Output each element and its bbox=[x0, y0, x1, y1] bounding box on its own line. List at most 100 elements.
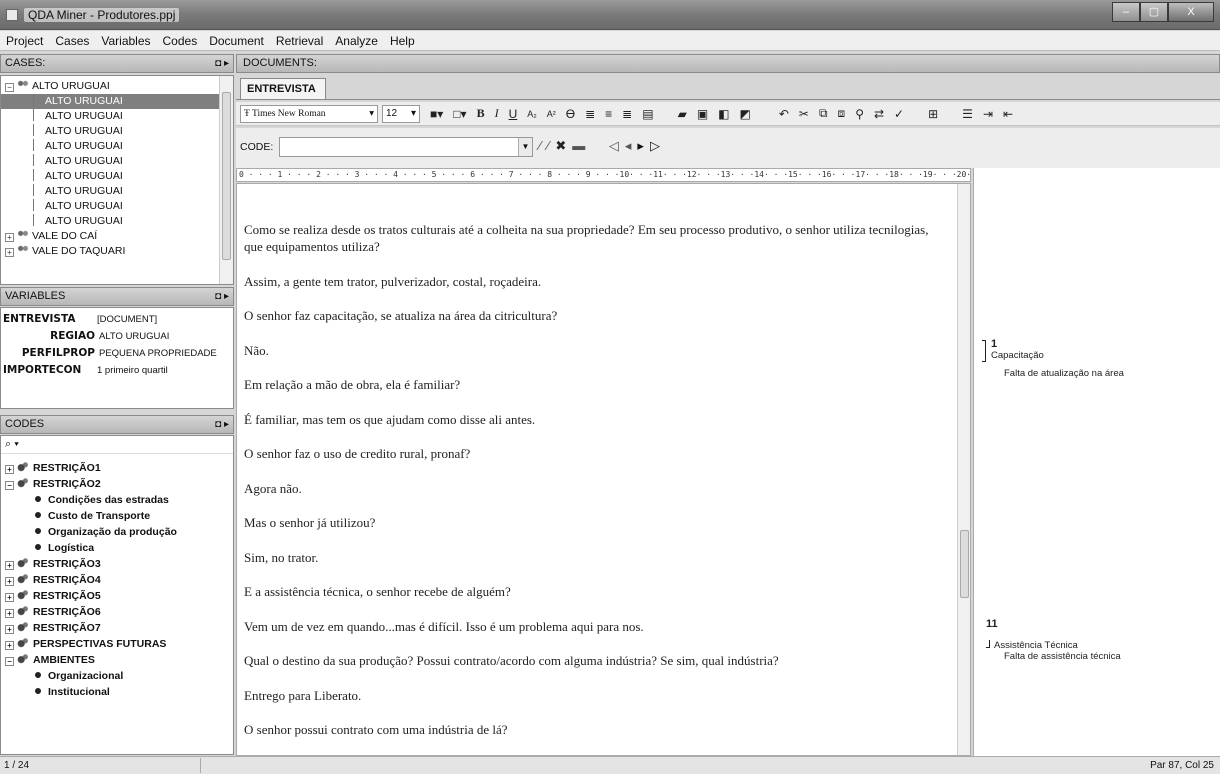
document-scrollbar[interactable] bbox=[957, 184, 970, 755]
expand-icon[interactable]: + bbox=[5, 593, 14, 602]
case-item[interactable]: ALTO URUGUAI bbox=[5, 214, 233, 229]
menu-cases[interactable]: Cases bbox=[55, 34, 89, 48]
save-icon[interactable]: ▣ bbox=[697, 107, 708, 121]
properties-icon[interactable]: ⊞ bbox=[928, 107, 938, 121]
paragraph[interactable]: Entrego para Liberato. bbox=[244, 687, 944, 704]
code-segment-icon[interactable]: ⁄ bbox=[539, 138, 547, 153]
paragraph[interactable]: É familiar, mas tem os que ajudam como d… bbox=[244, 411, 944, 428]
minimize-button[interactable]: – bbox=[1112, 2, 1140, 22]
font-family-select[interactable]: Ŧ Times New Roman ▾ bbox=[240, 104, 378, 123]
case-item[interactable]: ALTO URUGUAI bbox=[5, 139, 233, 154]
code-group-restricao1[interactable]: + RESTRIÇÃO1 bbox=[5, 460, 233, 476]
bullets-icon[interactable]: ☰ bbox=[962, 107, 973, 121]
document-text[interactable]: Como se realiza desde os tratos culturai… bbox=[244, 221, 944, 755]
cases-scrollbar[interactable] bbox=[219, 76, 233, 284]
cut-icon[interactable]: ✂ bbox=[799, 107, 809, 121]
paragraph[interactable]: Qual o destino da sua produção? Possui c… bbox=[244, 652, 944, 669]
variable-row[interactable]: REGIAO ALTO URUGUAI bbox=[1, 328, 233, 345]
code-group-ambientes[interactable]: − AMBIENTES bbox=[5, 652, 233, 668]
first-icon[interactable]: ◁ bbox=[609, 138, 625, 153]
expand-icon[interactable]: + bbox=[5, 233, 14, 242]
menu-help[interactable]: Help bbox=[390, 34, 415, 48]
code-item[interactable]: Institucional bbox=[5, 684, 233, 700]
case-item[interactable]: ALTO URUGUAI bbox=[5, 154, 233, 169]
spellcheck-icon[interactable]: ✓ bbox=[894, 107, 904, 121]
menu-analyze[interactable]: Analyze bbox=[335, 34, 378, 48]
paragraph[interactable]: O senhor possui contrato com uma indústr… bbox=[244, 721, 944, 738]
justify-icon[interactable]: ▤ bbox=[642, 107, 653, 121]
replace-icon[interactable]: ⇄ bbox=[874, 107, 884, 121]
code-item[interactable]: Organização da produção bbox=[5, 524, 233, 540]
align-center-icon[interactable]: ≡ bbox=[605, 107, 612, 121]
case-group-alto-uruguai[interactable]: − ALTO URUGUAI bbox=[5, 79, 233, 94]
chevron-down-icon[interactable]: ▼ bbox=[518, 138, 532, 156]
code-group-restricao5[interactable]: + RESTRIÇÃO5 bbox=[5, 588, 233, 604]
case-item[interactable]: ALTO URUGUAI bbox=[5, 169, 233, 184]
outdent-icon[interactable]: ⇤ bbox=[1003, 107, 1013, 121]
underline-icon[interactable]: U bbox=[509, 107, 518, 121]
code-item[interactable]: Condições das estradas bbox=[5, 492, 233, 508]
maximize-button[interactable]: ▢ bbox=[1140, 2, 1168, 22]
paragraph[interactable]: Vem um de vez em quando...mas é difícil.… bbox=[244, 618, 944, 635]
menu-project[interactable]: Project bbox=[6, 34, 43, 48]
tab-entrevista[interactable]: ENTREVISTA bbox=[240, 78, 326, 100]
case-group-vale-do-cai[interactable]: + VALE DO CAÍ bbox=[5, 229, 233, 244]
highlight-color-icon[interactable]: □▾ bbox=[453, 107, 466, 121]
expand-icon[interactable]: + bbox=[5, 609, 14, 618]
code-group-restricao3[interactable]: + RESTRIÇÃO3 bbox=[5, 556, 233, 572]
paragraph[interactable]: Não. bbox=[244, 342, 944, 359]
comment-icon[interactable]: ▬ bbox=[572, 138, 591, 153]
code-group-restricao7[interactable]: + RESTRIÇÃO7 bbox=[5, 620, 233, 636]
indent-icon[interactable]: ⇥ bbox=[983, 107, 993, 121]
document-scroll-thumb[interactable] bbox=[960, 530, 969, 598]
expand-icon[interactable]: + bbox=[5, 625, 14, 634]
paragraph[interactable]: E a assistência técnica, o senhor recebe… bbox=[244, 583, 944, 600]
remove-code-icon[interactable]: ✖ bbox=[555, 138, 572, 153]
prev-icon[interactable]: ◂ bbox=[625, 138, 638, 153]
paragraph[interactable]: Sim, no trator. bbox=[244, 549, 944, 566]
copy-icon[interactable]: ⧉ bbox=[819, 106, 828, 121]
code-group-restricao4[interactable]: + RESTRIÇÃO4 bbox=[5, 572, 233, 588]
paste-icon[interactable]: ⧈ bbox=[838, 106, 846, 121]
menu-document[interactable]: Document bbox=[209, 34, 264, 48]
case-item[interactable]: ALTO URUGUAI bbox=[5, 124, 233, 139]
expand-icon[interactable]: + bbox=[5, 465, 14, 474]
paragraph[interactable]: Mas o senhor já utilizou? bbox=[244, 514, 944, 531]
case-item[interactable]: ALTO URUGUAI bbox=[5, 184, 233, 199]
subscript-icon[interactable]: A₂ bbox=[527, 109, 537, 119]
code-group-perspectivas-futuras[interactable]: + PERSPECTIVAS FUTURAS bbox=[5, 636, 233, 652]
code-group-restricao6[interactable]: + RESTRIÇÃO6 bbox=[5, 604, 233, 620]
close-button[interactable]: X bbox=[1168, 2, 1214, 22]
codes-search-button[interactable]: ⌕ ▾ bbox=[1, 436, 233, 454]
paragraph[interactable]: O senhor faz capacitação, se atualiza na… bbox=[244, 307, 944, 324]
paragraph[interactable]: Agora não. bbox=[244, 480, 944, 497]
case-item[interactable]: ALTO URUGUAI bbox=[5, 199, 233, 214]
italic-icon[interactable]: I bbox=[495, 106, 499, 121]
variable-row[interactable]: PERFILPROP PEQUENA PROPRIEDADE bbox=[1, 345, 233, 362]
last-icon[interactable]: ▷ bbox=[650, 138, 666, 153]
variable-row[interactable]: IMPORTECON 1 primeiro quartil bbox=[1, 362, 233, 379]
preview-icon[interactable]: ◩ bbox=[740, 107, 751, 121]
bold-icon[interactable]: B bbox=[477, 106, 485, 121]
menu-retrieval[interactable]: Retrieval bbox=[276, 34, 323, 48]
paragraph[interactable]: Em relação a mão de obra, ela é familiar… bbox=[244, 376, 944, 393]
menu-variables[interactable]: Variables bbox=[101, 34, 150, 48]
expand-icon[interactable]: + bbox=[5, 641, 14, 650]
open-icon[interactable]: ▰ bbox=[678, 107, 687, 121]
font-size-select[interactable]: 12 ▾ bbox=[382, 104, 420, 123]
case-item[interactable]: ALTO URUGUAI bbox=[1, 94, 223, 109]
paragraph[interactable]: Assim, a gente tem trator, pulverizador,… bbox=[244, 273, 944, 290]
case-item[interactable]: ALTO URUGUAI bbox=[5, 109, 233, 124]
strikethrough-icon[interactable]: Ɵ bbox=[566, 107, 575, 121]
collapse-icon[interactable]: − bbox=[5, 83, 14, 92]
code-select[interactable]: ▼ bbox=[279, 137, 533, 157]
code-item[interactable]: Custo de Transporte bbox=[5, 508, 233, 524]
next-icon[interactable]: ▸ bbox=[637, 138, 650, 153]
collapse-icon[interactable]: − bbox=[5, 657, 14, 666]
print-icon[interactable]: ◧ bbox=[718, 107, 729, 121]
expand-icon[interactable]: + bbox=[5, 561, 14, 570]
menu-codes[interactable]: Codes bbox=[163, 34, 198, 48]
align-left-icon[interactable]: ≣ bbox=[585, 107, 595, 121]
find-icon[interactable]: ⚲ bbox=[855, 107, 864, 121]
paragraph[interactable]: O senhor faz o uso de credito rural, pro… bbox=[244, 445, 944, 462]
